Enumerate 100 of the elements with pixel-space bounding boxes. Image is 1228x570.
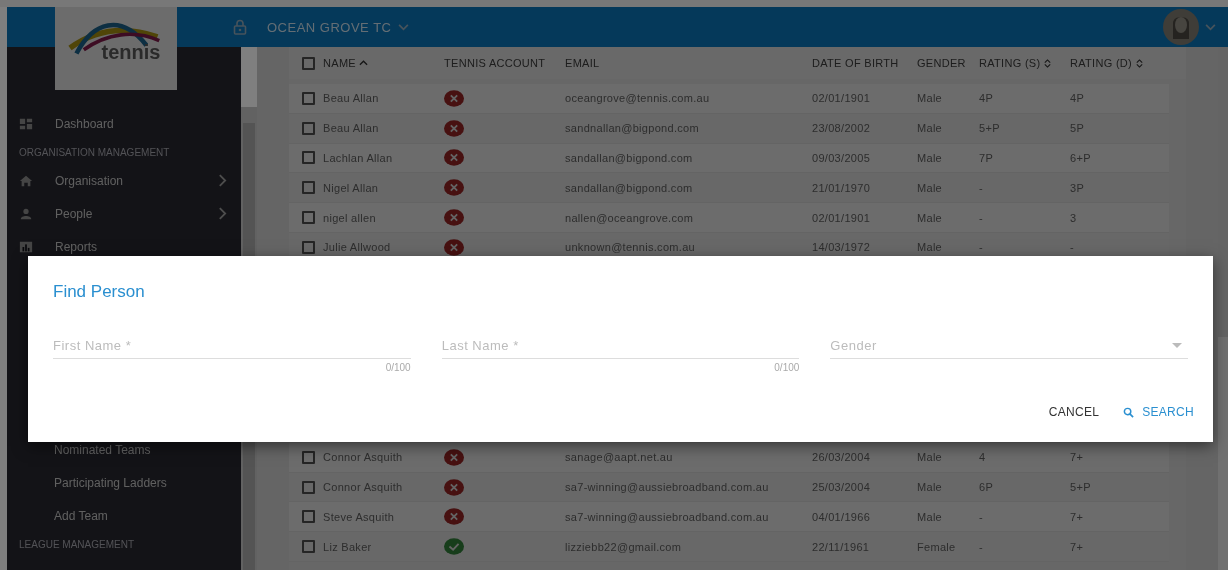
checkbox[interactable] [302, 240, 315, 254]
table-cell-text: - [979, 241, 984, 254]
checkbox[interactable] [302, 91, 315, 105]
table-cell-text: 21/01/1970 [812, 181, 872, 194]
checkbox[interactable] [302, 510, 315, 524]
table-cell-text: Female [917, 540, 957, 553]
sidebar-item[interactable]: Dashboard [7, 107, 241, 140]
table-cell-text: 02/01/1901 [812, 211, 872, 224]
sidebar-item[interactable]: Organisation [7, 164, 241, 197]
table-cell-text: Liz Baker [323, 540, 373, 553]
table-cell-text: 09/03/2005 [812, 152, 872, 164]
person-icon [19, 206, 33, 221]
checkbox[interactable] [302, 151, 315, 165]
table-row[interactable]: nigel allen nallen@oceangrove.com 02/01/1901 Male - 3 [289, 203, 1169, 233]
dropdown-arrow-icon [1172, 343, 1182, 348]
table-cell-text: Male [917, 451, 944, 464]
table-cell-text: 5+P [1070, 481, 1092, 493]
column-header[interactable]: TENNIS ACCOUNT [444, 57, 565, 69]
table-cell-text: Beau Allan [323, 122, 380, 135]
table-cell-text: - [1070, 241, 1075, 254]
scrollbar[interactable] [1218, 47, 1228, 570]
table-cell-text: sanage@aapt.net.au [565, 451, 674, 464]
table-cell-text: Male [917, 92, 944, 105]
table-cell-text: 4P [979, 92, 995, 105]
sort-icon [1043, 57, 1053, 69]
checkbox[interactable] [302, 450, 315, 464]
table-cell-text: unknown@tennis.com.au [565, 241, 696, 254]
table-cell-text: oceangrove@tennis.com.au [565, 92, 711, 105]
dialog-title: Find Person [53, 282, 145, 302]
checkbox[interactable] [302, 56, 315, 70]
column-header[interactable]: RATING (D) [1070, 57, 1180, 69]
organisation-dropdown[interactable]: OCEAN GROVE TC [267, 19, 409, 35]
table-cell-text: Steve Asquith [323, 510, 396, 523]
table-cell-text: Lachlan Allan [323, 152, 394, 164]
table-cell-text: Male [917, 152, 944, 164]
table-cell-text: - [979, 211, 984, 224]
sort-ascending-icon [359, 60, 368, 66]
cancel-button[interactable]: CANCEL [1042, 401, 1106, 423]
input-field[interactable]: First Name * [53, 338, 411, 359]
table-row[interactable]: Steve Asquith sa7-winning@aussiebroadband.com.au 04/01/1966 Male - 7+ [289, 502, 1169, 533]
table-cell-text: Male [917, 211, 944, 224]
select-field[interactable]: Gender [830, 338, 1188, 359]
table-cell-text: sandallan@bigpond.com [565, 181, 694, 194]
table-cell-text: Beau Allan [323, 92, 380, 105]
sidebar-item[interactable]: Participating Ladders [7, 466, 241, 499]
column-header[interactable]: EMAIL [565, 57, 812, 69]
table-cell-text: 7+ [1070, 451, 1085, 464]
table-cell-text: 7+ [1070, 510, 1085, 523]
sidebar-item[interactable]: Reports [7, 230, 241, 263]
column-header[interactable]: GENDER [917, 57, 979, 69]
table-row[interactable]: Lachlan Allan sandallan@bigpond.com 09/03/2005 Male 7P 6+P [289, 143, 1169, 174]
sidebar-item[interactable]: People [7, 197, 241, 230]
table-cell-text: lizziebb22@gmail.com [565, 540, 683, 553]
table-cell-text: 3P [1070, 181, 1086, 194]
checkbox[interactable] [302, 211, 315, 225]
search-icon [1123, 406, 1135, 418]
checkbox[interactable] [302, 121, 315, 135]
table-cell-text: - [979, 510, 984, 523]
table-cell-text: 25/03/2004 [812, 481, 872, 493]
table-cell-text: 02/01/1901 [812, 92, 872, 105]
search-button[interactable]: SEARCH [1117, 401, 1200, 423]
table-cell-text: 6+P [1070, 152, 1092, 164]
table-cell-text: - [979, 540, 984, 553]
lock-icon[interactable] [233, 19, 247, 35]
dashboard-icon [19, 116, 33, 131]
chart-icon [19, 239, 33, 254]
column-header[interactable]: DATE OF BIRTH [812, 57, 917, 69]
input-field[interactable]: Last Name * [441, 338, 800, 359]
table-row[interactable]: Connor Asquith sanage@aapt.net.au 26/03/2004 Male 4 7+ [289, 442, 1169, 473]
table-row[interactable]: Beau Allan oceangrove@tennis.com.au 02/01/1901 Male 4P 4P [289, 84, 1169, 114]
table-cell-text: sa7-winning@aussiebroadband.com.au [565, 510, 770, 523]
table-cell-text: 6P [979, 481, 995, 493]
table-cell-text: 23/08/2002 [812, 122, 872, 135]
table-cell-text: 26/03/2004 [812, 451, 872, 464]
checkbox[interactable] [302, 181, 315, 195]
table-cell-text: 3 [1070, 211, 1078, 224]
table-cell-text: Julie Allwood [323, 241, 392, 254]
table-cell-text: - [979, 181, 984, 194]
chevron-down-icon [1205, 23, 1216, 31]
table-cell-text: Male [917, 481, 944, 493]
character-counter: 0/100 [385, 362, 411, 373]
chevron-down-icon [397, 23, 409, 31]
table-cell-text: Connor Asquith [323, 481, 404, 493]
checkbox[interactable] [302, 540, 315, 554]
avatar-icon [1163, 9, 1199, 45]
checkbox[interactable] [302, 480, 315, 494]
table-cell-text: 4P [1070, 92, 1086, 105]
table-cell-text: 7+ [1070, 540, 1085, 553]
table-cell-text: Male [917, 241, 944, 254]
table-cell-text: nallen@oceangrove.com [565, 211, 695, 224]
table-cell-text: 4 [979, 451, 987, 464]
table-cell-text: 22/11/1961 [812, 540, 871, 553]
table-cell-text: sa7-winning@aussiebroadband.com.au [565, 481, 770, 493]
sidebar-item[interactable]: Add Team [7, 499, 241, 532]
character-counter: 0/100 [774, 362, 800, 373]
home-icon [19, 173, 33, 188]
user-menu-button[interactable] [1163, 9, 1216, 45]
logo[interactable]: tennis [55, 7, 177, 90]
column-header[interactable]: NAME [323, 57, 444, 69]
column-header[interactable]: RATING (S) [979, 57, 1070, 69]
